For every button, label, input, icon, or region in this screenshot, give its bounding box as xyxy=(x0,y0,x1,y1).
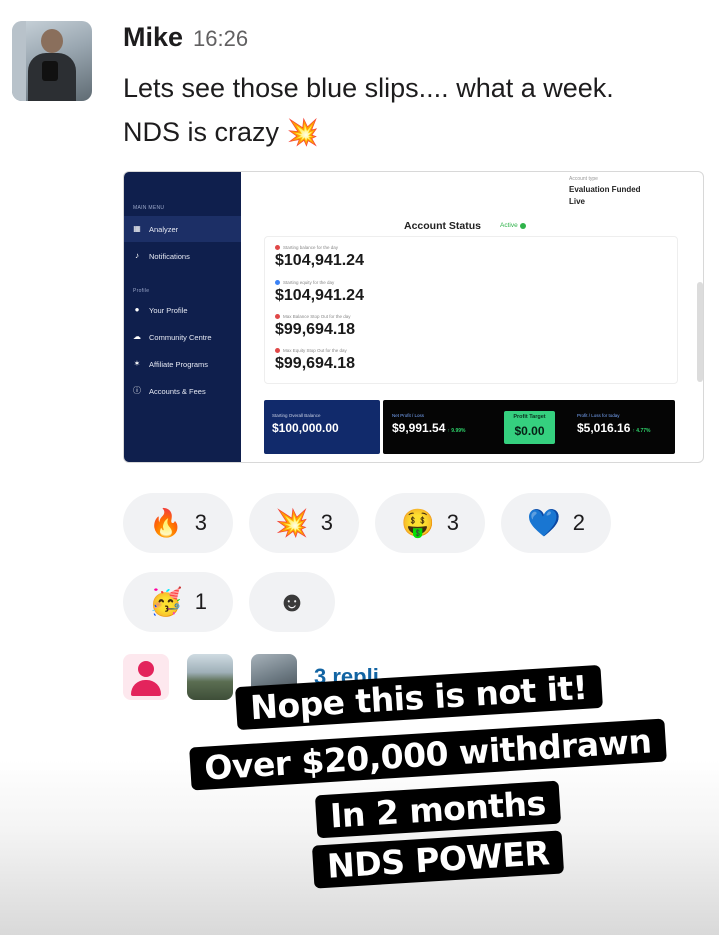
party-face-icon: 🥳 xyxy=(149,587,183,617)
balance-row: Max Equity Stop Out for the day $99,694.… xyxy=(275,348,355,373)
today-profit-block: Profit / Loss for today $5,016.16 ↑ 4.77% xyxy=(577,413,650,435)
balance-label: Max Balance Stop Out for the day xyxy=(283,314,351,319)
grid-icon: ▦ xyxy=(133,224,141,233)
sidebar-item-your-profile: ● Your Profile xyxy=(124,297,241,323)
blue-heart-icon: 💙 xyxy=(527,508,561,538)
info-icon: ⓘ xyxy=(133,386,141,395)
attachment-scrollbar xyxy=(697,282,703,382)
net-profit-pct: ↑ 9.99% xyxy=(447,428,466,434)
balance-row: Starting equity for the day $104,941.24 xyxy=(275,280,364,305)
status-badge: Active xyxy=(500,222,526,229)
overall-balance-card: Starting Overall Balance $100,000.00 xyxy=(264,400,380,454)
sidebar-item-analyzer: ▦ Analyzer xyxy=(124,216,241,242)
profit-target-value: $0.00 xyxy=(514,424,545,438)
balance-value: $104,941.24 xyxy=(275,287,364,304)
sidebar-item-notifications: ♪ Notifications xyxy=(124,243,241,269)
overlay-caption-line-2: Over $20,000 withdrawn xyxy=(189,718,667,791)
balance-row: Max Balance Stop Out for the day $99,694… xyxy=(275,314,355,339)
message-header: Mike 16:26 xyxy=(123,22,248,53)
balances-card: Starting balance for the day $104,941.24… xyxy=(264,236,678,384)
user-icon: ● xyxy=(134,305,140,314)
sidebar-item-label: Analyzer xyxy=(149,224,179,234)
message-line-2: NDS is crazy 💥 xyxy=(123,110,703,154)
today-profit-pct: ↑ 4.77% xyxy=(632,428,651,434)
balance-value: $99,694.18 xyxy=(275,355,356,372)
account-status-title: Account Status xyxy=(404,220,482,232)
community-icon: ☁ xyxy=(133,332,141,341)
status-badge-label: Active xyxy=(500,222,518,229)
sidebar-item-community-centre: ☁ Community Centre xyxy=(124,324,241,350)
author-name[interactable]: Mike xyxy=(123,22,183,53)
balance-row: Starting balance for the day $104,941.24 xyxy=(275,245,364,270)
collision-emoji-icon: 💥 xyxy=(286,117,319,147)
account-type-value: Evaluation Funded Live xyxy=(569,184,679,208)
reaction-count: 3 xyxy=(446,510,459,535)
overall-balance-value: $100,000.00 xyxy=(272,421,339,435)
balance-value: $104,941.24 xyxy=(275,252,364,269)
dashboard-sidebar: MAIN MENU ▦ Analyzer ♪ Notifications Pro… xyxy=(124,172,241,462)
sidebar-item-label: Affiliate Programs xyxy=(149,359,209,369)
net-profit-block: Net Profit / Loss $9,991.54 ↑ 9.99% xyxy=(392,413,465,435)
attached-image[interactable]: MAIN MENU ▦ Analyzer ♪ Notifications Pro… xyxy=(123,171,704,463)
sidebar-item-label: Notifications xyxy=(149,251,190,261)
add-emoji-icon: ☻ xyxy=(277,586,307,617)
message-line-1: Lets see those blue slips.... what a wee… xyxy=(123,73,614,103)
message-line-2-text: NDS is crazy xyxy=(123,117,280,147)
balance-label: Max Equity Stop Out for the day xyxy=(283,348,347,353)
affiliate-icon: ✶ xyxy=(133,359,141,368)
reaction-fire[interactable]: 🔥 3 xyxy=(123,493,233,553)
net-profit-value: $9,991.54 xyxy=(392,421,446,435)
active-dot-icon xyxy=(519,222,526,229)
sidebar-item-label: Accounts & Fees xyxy=(149,386,206,396)
overlay-caption-line-4: NDS POWER xyxy=(311,830,565,889)
red-dot-icon xyxy=(275,245,280,250)
author-avatar[interactable] xyxy=(12,21,92,101)
today-profit-value: $5,016.16 xyxy=(577,421,631,435)
overlay-caption-line-3: In 2 months xyxy=(314,780,561,839)
net-profit-label: Net Profit / Loss xyxy=(392,413,425,418)
reaction-count: 3 xyxy=(194,510,207,535)
balance-value: $99,694.18 xyxy=(275,321,356,338)
blue-dot-icon xyxy=(275,280,280,285)
account-type-label: Account type xyxy=(569,176,598,182)
sidebar-item-label: Community Centre xyxy=(149,332,212,342)
add-reaction-button[interactable]: ☻ xyxy=(249,572,335,632)
reaction-collision[interactable]: 💥 3 xyxy=(249,493,359,553)
today-profit-label: Profit / Loss for today xyxy=(577,413,620,418)
account-type-line-2: Live xyxy=(569,197,586,206)
reaction-count: 3 xyxy=(320,510,333,535)
person-icon xyxy=(138,661,154,677)
sidebar-item-affiliate-programs: ✶ Affiliate Programs xyxy=(124,351,241,377)
profit-summary-card: Net Profit / Loss $9,991.54 ↑ 9.99% Profi… xyxy=(383,400,675,454)
message-text: Lets see those blue slips.... what a wee… xyxy=(123,66,703,154)
fire-icon: 🔥 xyxy=(149,508,183,538)
reaction-party-face[interactable]: 🥳 1 xyxy=(123,572,233,632)
reaction-money-mouth[interactable]: 🤑 3 xyxy=(375,493,485,553)
profit-target-label: Profit Target xyxy=(513,414,546,420)
sidebar-item-label: Your Profile xyxy=(149,305,188,315)
account-type-line-1: Evaluation Funded xyxy=(569,185,641,194)
sidebar-section-profile: Profile xyxy=(133,288,150,294)
reaction-blue-heart[interactable]: 💙 2 xyxy=(501,493,611,553)
reply-avatar[interactable] xyxy=(187,654,233,700)
message-timestamp[interactable]: 16:26 xyxy=(193,26,248,52)
balance-label: Starting balance for the day xyxy=(283,245,339,250)
red-dot-icon xyxy=(275,348,280,353)
sidebar-section-main: MAIN MENU xyxy=(133,205,165,211)
red-dot-icon xyxy=(275,314,280,319)
reaction-count: 2 xyxy=(572,510,585,535)
balance-label: Starting equity for the day xyxy=(283,280,335,285)
profit-target-block: Profit Target $0.00 xyxy=(504,411,555,444)
reaction-count: 1 xyxy=(194,589,207,614)
reply-avatar[interactable] xyxy=(123,654,169,700)
bell-icon: ♪ xyxy=(135,251,139,260)
collision-icon: 💥 xyxy=(275,508,309,538)
money-mouth-face-icon: 🤑 xyxy=(401,508,435,538)
overall-balance-label: Starting Overall Balance xyxy=(272,413,321,418)
sidebar-item-accounts-fees: ⓘ Accounts & Fees xyxy=(124,378,241,404)
